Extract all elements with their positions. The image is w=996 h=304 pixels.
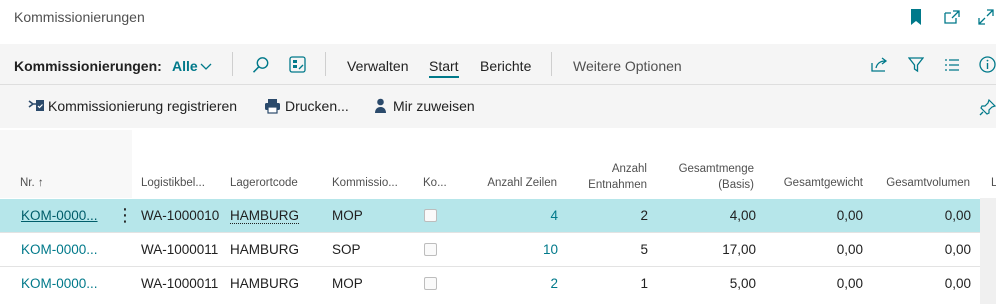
column-header-partial[interactable]: L bbox=[991, 177, 996, 189]
column-header-anzahl-zeilen[interactable]: Anzahl Zeilen bbox=[460, 177, 557, 189]
row-anzahl-zeilen[interactable]: 10 bbox=[460, 242, 558, 257]
assign-to-me-button[interactable]: Mir zuweisen bbox=[374, 98, 475, 114]
active-tab-indicator bbox=[429, 76, 459, 78]
row-nr-link[interactable]: KOM-0000... bbox=[21, 242, 98, 257]
share-icon[interactable] bbox=[871, 57, 888, 72]
row-checkbox[interactable] bbox=[424, 277, 437, 290]
column-header-gesamtmenge[interactable]: Gesamtmenge (Basis) bbox=[650, 161, 754, 193]
row-anzahl-zeilen[interactable]: 2 bbox=[460, 276, 558, 291]
column-header-gesamtvolumen[interactable]: Gesamtvolumen bbox=[866, 177, 970, 189]
post-pick-button[interactable]: Kommissionierung registrieren bbox=[28, 98, 237, 114]
action-bar: Kommissionierungen: Alle Verwalten Start… bbox=[0, 44, 996, 85]
page-title: Kommissionierungen bbox=[14, 9, 145, 25]
row-checkbox[interactable] bbox=[424, 243, 437, 256]
row-logistikbeleg: WA-1000011 bbox=[141, 242, 219, 257]
column-header-ko[interactable]: Ko... bbox=[423, 177, 447, 189]
print-label: Drucken... bbox=[285, 98, 349, 114]
row-menu-icon[interactable]: ⋮ bbox=[116, 205, 134, 226]
pin-icon[interactable] bbox=[979, 99, 996, 116]
column-header-anzahl-entnahmen[interactable]: Anzahl Entnahmen bbox=[560, 161, 647, 193]
row-gesamtmenge: 4,00 bbox=[729, 208, 756, 223]
column-header-lagerortcode[interactable]: Lagerortcode bbox=[230, 177, 298, 189]
row-checkbox[interactable] bbox=[424, 209, 437, 222]
search-icon[interactable] bbox=[252, 56, 270, 74]
tab-verwalten[interactable]: Verwalten bbox=[347, 58, 408, 74]
row-anzahl-zeilen[interactable]: 4 bbox=[460, 208, 558, 223]
row-kommissionierung: SOP bbox=[332, 242, 361, 257]
edit-list-icon[interactable] bbox=[289, 56, 306, 73]
row-gesamtvolumen: 0,00 bbox=[944, 208, 971, 223]
info-icon[interactable] bbox=[979, 56, 996, 73]
column-header-nr[interactable]: Nr. ↑ bbox=[20, 177, 44, 189]
bookmark-icon[interactable] bbox=[910, 9, 922, 25]
list-view-icon[interactable] bbox=[945, 59, 959, 71]
print-button[interactable]: Drucken... bbox=[264, 98, 349, 114]
assign-to-me-label: Mir zuweisen bbox=[393, 98, 475, 114]
view-filter-dropdown[interactable]: Alle bbox=[172, 58, 198, 74]
tab-berichte[interactable]: Berichte bbox=[480, 58, 531, 74]
divider bbox=[232, 52, 233, 76]
row-kommissionierung: MOP bbox=[332, 208, 363, 223]
expand-icon[interactable] bbox=[978, 9, 994, 25]
person-icon bbox=[374, 98, 387, 114]
post-pick-label: Kommissionierung registrieren bbox=[48, 98, 238, 114]
more-options-button[interactable]: Weitere Optionen bbox=[573, 58, 682, 74]
tab-start[interactable]: Start bbox=[429, 58, 459, 74]
open-in-new-window-icon[interactable] bbox=[944, 10, 960, 24]
row-gesamtgewicht: 0,00 bbox=[836, 276, 863, 291]
row-anzahl-entnahmen: 1 bbox=[640, 276, 648, 291]
row-lagerortcode: HAMBURG bbox=[230, 208, 300, 224]
filter-icon[interactable] bbox=[908, 57, 924, 73]
post-icon bbox=[28, 98, 45, 114]
row-gesamtmenge: 5,00 bbox=[729, 276, 756, 291]
row-gesamtmenge: 17,00 bbox=[722, 242, 756, 257]
row-gesamtvolumen: 0,00 bbox=[944, 276, 971, 291]
column-header-kommissionierung[interactable]: Kommissio... bbox=[332, 177, 398, 189]
column-header-gesamtgewicht[interactable]: Gesamtgewicht bbox=[760, 177, 863, 189]
row-lagerortcode: HAMBURG bbox=[230, 242, 300, 257]
printer-icon bbox=[264, 98, 281, 114]
divider bbox=[325, 52, 326, 76]
row-anzahl-entnahmen: 2 bbox=[640, 208, 648, 223]
row-anzahl-entnahmen: 5 bbox=[640, 242, 648, 257]
list-label: Kommissionierungen: bbox=[14, 58, 162, 74]
row-gesamtgewicht: 0,00 bbox=[836, 208, 863, 223]
column-header-logistikbeleg[interactable]: Logistikbel... bbox=[141, 177, 205, 189]
row-nr-link[interactable]: KOM-0000... bbox=[21, 276, 98, 291]
row-kommissionierung: MOP bbox=[332, 276, 363, 291]
vertical-scrollbar[interactable] bbox=[980, 198, 996, 304]
row-logistikbeleg: WA-1000011 bbox=[141, 276, 219, 291]
sort-ascending-icon: ↑ bbox=[37, 177, 44, 189]
divider bbox=[551, 52, 552, 76]
row-nr-link[interactable]: KOM-0000... bbox=[21, 208, 98, 223]
row-gesamtvolumen: 0,00 bbox=[944, 242, 971, 257]
row-lagerortcode: HAMBURG bbox=[230, 276, 300, 291]
chevron-down-icon[interactable] bbox=[200, 63, 212, 71]
row-logistikbeleg: WA-1000010 bbox=[141, 208, 220, 223]
view-filter-value: Alle bbox=[172, 58, 198, 74]
row-gesamtgewicht: 0,00 bbox=[836, 242, 863, 257]
